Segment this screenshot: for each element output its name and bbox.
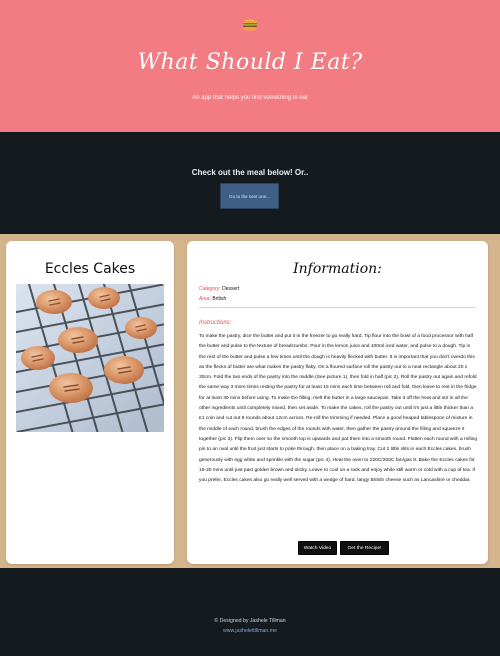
information-card: Information: Category: Dessert Area: Bri… bbox=[187, 241, 488, 564]
footer: © Designed by Jashele Tillman www.jashel… bbox=[0, 568, 500, 656]
meal-image bbox=[16, 284, 164, 432]
area-row: Area: British bbox=[199, 296, 226, 302]
category-row: Category: Dessert bbox=[199, 286, 239, 292]
category-value: Dessert bbox=[222, 286, 240, 292]
burger-icon bbox=[240, 14, 260, 34]
information-title: Information: bbox=[293, 261, 382, 277]
instructions-label: Instructions: bbox=[199, 320, 232, 326]
header: What Should I Eat? An app that helps you… bbox=[0, 0, 500, 132]
info-divider bbox=[199, 307, 476, 308]
area-value: British bbox=[212, 296, 227, 302]
area-label: Area: bbox=[199, 296, 211, 302]
watch-video-button[interactable]: Watch Video bbox=[298, 541, 337, 555]
footer-credit: © Designed by Jashele Tillman bbox=[214, 618, 286, 624]
meal-card: Eccles Cakes bbox=[6, 241, 174, 564]
cta-text: Check out the meal below! Or.. bbox=[191, 168, 309, 177]
get-recipe-button[interactable]: Get the Recipe! bbox=[340, 541, 389, 555]
app-subtitle: An app that helps you find something to … bbox=[192, 95, 308, 101]
category-label: Category: bbox=[199, 286, 221, 292]
cta-section: Check out the meal below! Or.. Go to the… bbox=[0, 132, 500, 234]
instructions-text: To make the pastry, dice the butter and … bbox=[199, 334, 478, 484]
footer-website-link[interactable]: www.jashelettillman.me bbox=[0, 628, 500, 634]
app-title: What Should I Eat? bbox=[137, 50, 363, 75]
meal-name: Eccles Cakes bbox=[44, 261, 136, 277]
next-meal-button[interactable]: Go to the next one... bbox=[220, 183, 279, 209]
